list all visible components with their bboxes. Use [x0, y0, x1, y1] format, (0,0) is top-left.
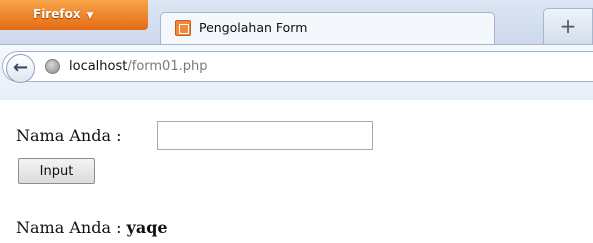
url-bar[interactable]: ← localhost/form01.php: [2, 51, 593, 83]
tab-title: Pengolahan Form: [199, 20, 308, 35]
input-button[interactable]: Input: [18, 158, 95, 184]
firefox-menu-button[interactable]: Firefox ▼: [0, 0, 148, 30]
navigation-bar: ← localhost/form01.php: [0, 44, 593, 101]
new-tab-button[interactable]: +: [543, 8, 593, 44]
name-label: Nama Anda :: [16, 126, 122, 145]
browser-window: Firefox ▼ Pengolahan Form + ← localhost/f…: [0, 0, 593, 243]
tab-pengolahan-form[interactable]: Pengolahan Form: [160, 12, 495, 44]
name-input[interactable]: [157, 121, 373, 150]
page-content: Nama Anda : Input Nama Anda : yaqe: [0, 100, 593, 243]
back-arrow-icon: ←: [12, 57, 29, 78]
result-label: Nama Anda :: [16, 218, 122, 237]
back-button[interactable]: ←: [6, 54, 35, 83]
form-favicon-icon: [175, 20, 191, 36]
chevron-down-icon: ▼: [86, 11, 94, 21]
plus-icon: +: [559, 14, 577, 38]
result-value: yaqe: [126, 218, 168, 237]
tab-bar: Firefox ▼ Pengolahan Form +: [0, 0, 593, 44]
url-text[interactable]: localhost/form01.php: [69, 59, 207, 74]
globe-icon: [45, 59, 60, 74]
url-host: localhost: [69, 59, 128, 74]
url-path: /form01.php: [127, 59, 208, 74]
firefox-menu-label: Firefox: [33, 7, 81, 21]
result-line: Nama Anda : yaqe: [16, 218, 168, 237]
